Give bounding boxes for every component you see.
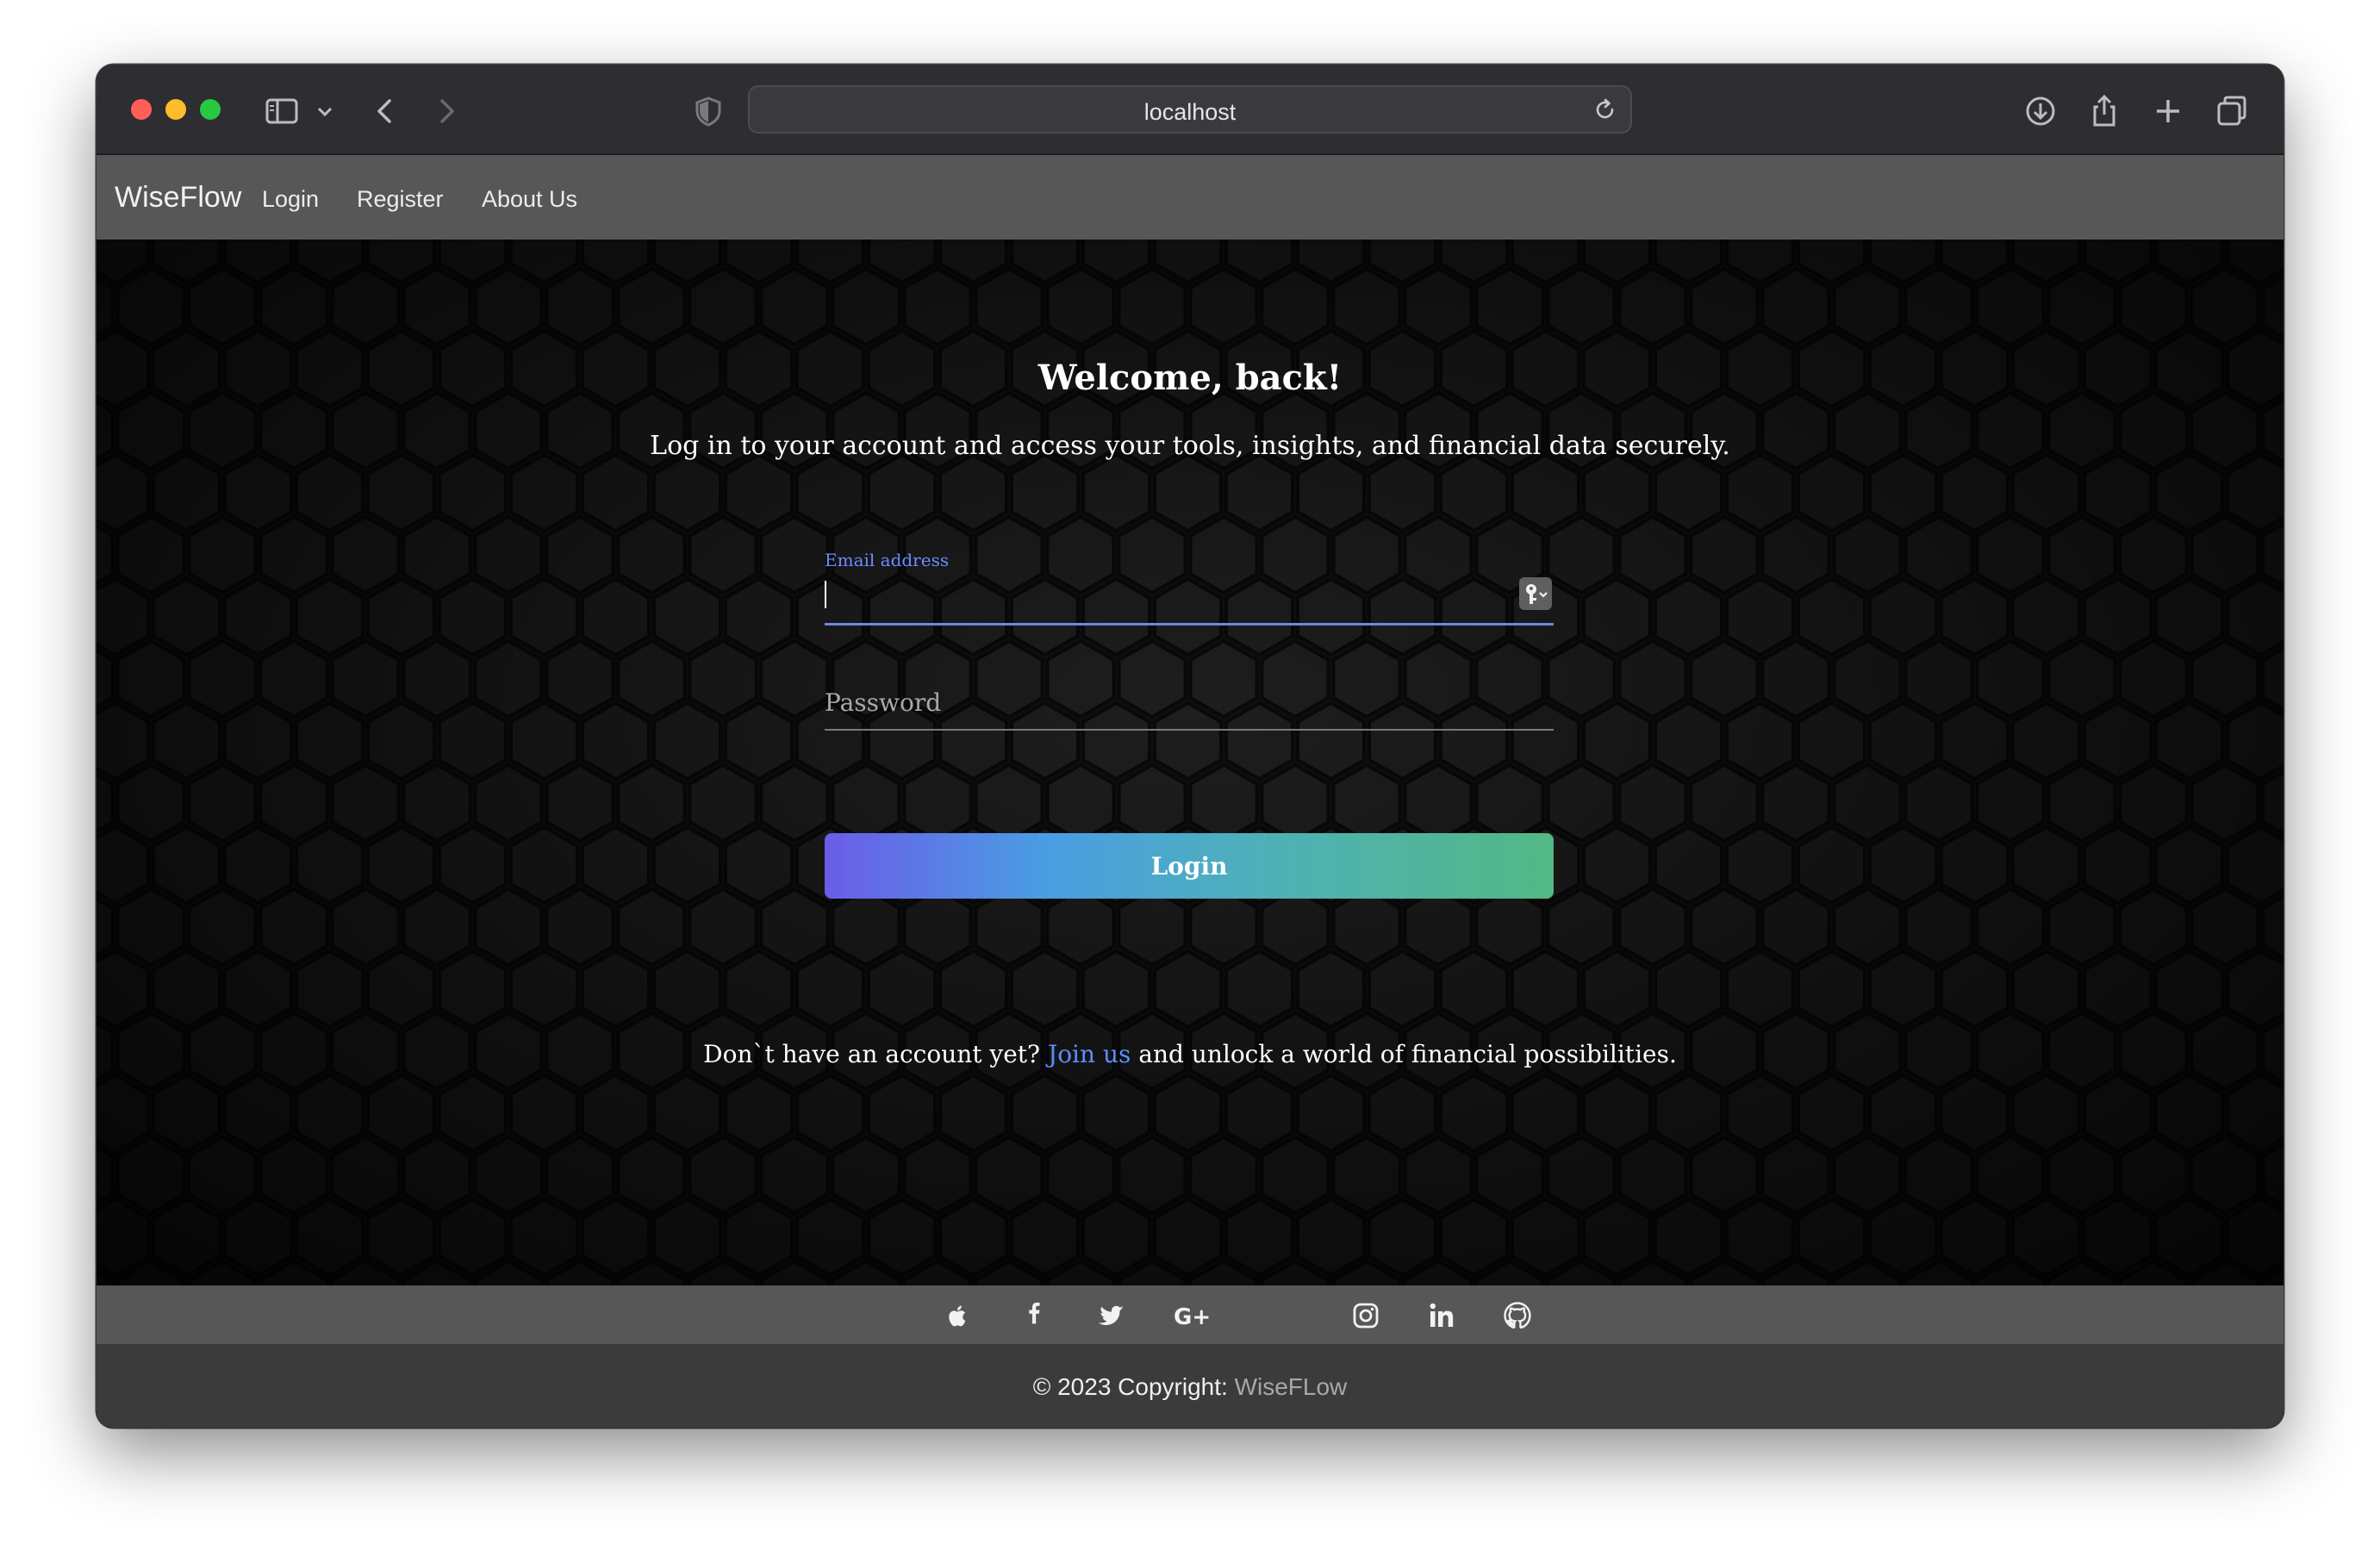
- maximize-window-button[interactable]: [200, 99, 221, 120]
- minimize-window-button[interactable]: [165, 99, 186, 120]
- svg-text:G+: G+: [1174, 1304, 1211, 1330]
- download-icon[interactable]: [2023, 94, 2058, 128]
- brand-logo[interactable]: WiseFlow: [115, 181, 241, 215]
- nav-link-login[interactable]: Login: [262, 186, 319, 213]
- github-icon[interactable]: [1503, 1301, 1532, 1330]
- twitter-icon[interactable]: [1097, 1301, 1126, 1330]
- address-bar[interactable]: localhost: [748, 85, 1632, 134]
- copyright-brand-link[interactable]: WiseFLow: [1235, 1373, 1348, 1400]
- share-icon[interactable]: [2087, 94, 2121, 128]
- signup-prefix: Don`t have an account yet?: [703, 1040, 1048, 1068]
- signup-prompt: Don`t have an account yet? Join us and u…: [97, 1040, 2283, 1068]
- join-us-link[interactable]: Join us: [1048, 1040, 1131, 1068]
- email-input[interactable]: [825, 576, 1511, 615]
- close-window-button[interactable]: [131, 99, 152, 120]
- social-links-bar: G+: [97, 1285, 2283, 1344]
- login-button[interactable]: Login: [825, 833, 1554, 899]
- browser-window: localhost WiseFlow Login Register About …: [97, 65, 2283, 1428]
- instagram-icon[interactable]: [1351, 1301, 1380, 1330]
- forward-icon[interactable]: [429, 94, 464, 128]
- nav-link-about-us[interactable]: About Us: [482, 186, 577, 213]
- copyright-bar: © 2023 Copyright: WiseFLow: [97, 1344, 2283, 1428]
- email-field: Email address: [825, 550, 1554, 626]
- browser-toolbar: localhost: [97, 65, 2283, 155]
- facebook-icon[interactable]: [1019, 1301, 1049, 1330]
- site-navbar: WiseFlow Login Register About Us: [97, 155, 2283, 240]
- google-plus-icon[interactable]: G+: [1174, 1301, 1212, 1330]
- login-section: Welcome, back! Log in to your account an…: [97, 240, 2283, 1285]
- login-form: Welcome, back! Log in to your account an…: [97, 240, 2283, 1285]
- tab-overview-icon[interactable]: [2215, 94, 2249, 128]
- apple-icon[interactable]: [944, 1301, 973, 1330]
- copyright-text: © 2023 Copyright: WiseFLow: [97, 1373, 2283, 1401]
- chevron-down-icon[interactable]: [314, 94, 336, 128]
- nav-link-register[interactable]: Register: [357, 186, 444, 213]
- password-input[interactable]: [825, 682, 1511, 722]
- shield-icon[interactable]: [691, 94, 726, 128]
- url-text: localhost: [1143, 99, 1237, 125]
- sidebar-icon[interactable]: [265, 94, 299, 128]
- new-tab-icon[interactable]: [2151, 94, 2185, 128]
- text-caret: [825, 581, 826, 608]
- linkedin-icon[interactable]: [1427, 1301, 1456, 1330]
- welcome-title: Welcome, back!: [1037, 358, 1343, 398]
- keychain-autofill-icon[interactable]: [1519, 577, 1552, 610]
- email-label: Email address: [825, 550, 950, 570]
- signup-suffix: and unlock a world of financial possibil…: [1131, 1040, 1677, 1068]
- copyright-prefix: © 2023 Copyright:: [1032, 1373, 1235, 1400]
- reload-icon[interactable]: [1592, 97, 1618, 123]
- welcome-subtitle: Log in to your account and access your t…: [650, 431, 1730, 461]
- back-icon[interactable]: [368, 94, 402, 128]
- password-field: [825, 670, 1554, 731]
